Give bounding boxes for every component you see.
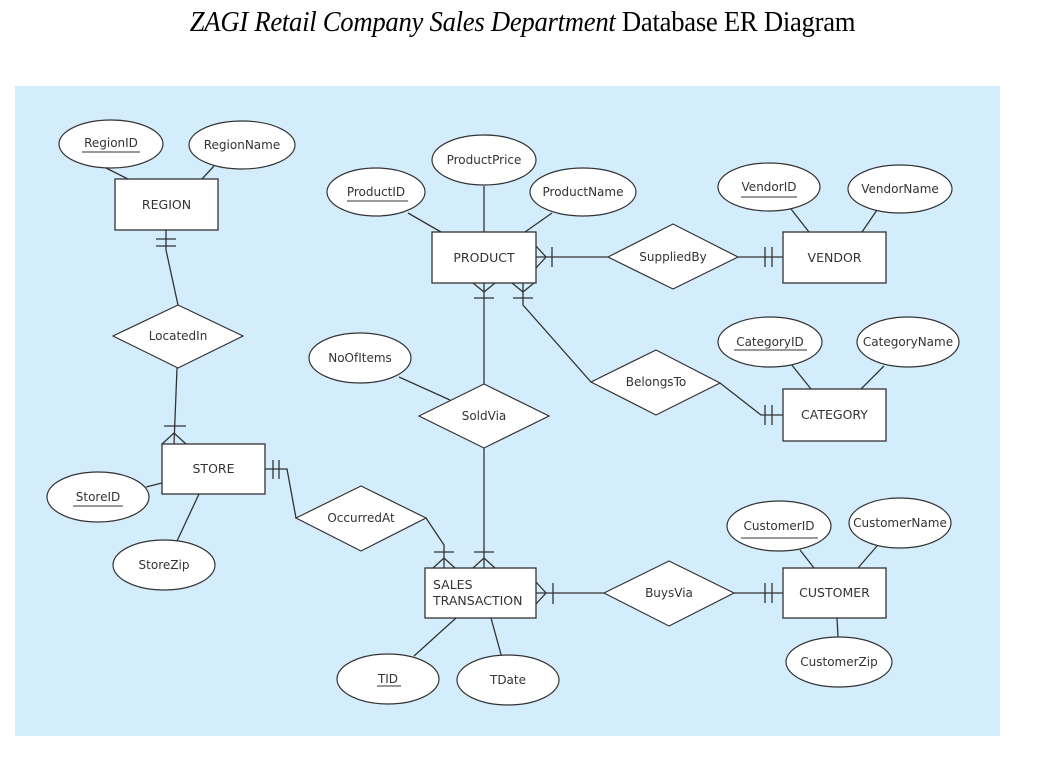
entity-category-label: CATEGORY bbox=[801, 407, 868, 422]
attribute-storezip[interactable]: StoreZip bbox=[112, 539, 216, 591]
relationship-occurredat-label: OccurredAt bbox=[327, 511, 395, 525]
attribute-noofitems-label: NoOfItems bbox=[328, 351, 392, 365]
attribute-customerzip-label: CustomerZip bbox=[800, 655, 877, 669]
relationship-belongsto-label: BelongsTo bbox=[626, 375, 686, 389]
attribute-productid[interactable]: ProductID bbox=[326, 167, 426, 217]
entity-customer[interactable]: CUSTOMER bbox=[782, 567, 887, 619]
attribute-customername-label: CustomerName bbox=[853, 516, 947, 530]
attribute-productname-label: ProductName bbox=[543, 185, 624, 199]
relationship-suppliedby-label: SuppliedBy bbox=[639, 250, 706, 264]
entity-sales-transaction-label-line1: SALES bbox=[433, 577, 473, 592]
attribute-vendorid-label: VendorID bbox=[742, 180, 797, 194]
attribute-tid[interactable]: TID bbox=[336, 653, 440, 705]
attribute-vendorname[interactable]: VendorName bbox=[847, 164, 953, 214]
attribute-noofitems[interactable]: NoOfItems bbox=[308, 332, 412, 384]
attribute-customerid[interactable]: CustomerID bbox=[726, 500, 832, 552]
attribute-productprice-label: ProductPrice bbox=[447, 153, 522, 167]
attribute-storezip-label: StoreZip bbox=[139, 558, 190, 572]
attribute-categoryid[interactable]: CategoryID bbox=[717, 316, 823, 368]
attribute-productname[interactable]: ProductName bbox=[529, 167, 637, 217]
entity-store-label: STORE bbox=[193, 461, 235, 476]
attribute-tdate-label: TDate bbox=[489, 673, 526, 687]
attribute-regionname-label: RegionName bbox=[204, 138, 280, 152]
entity-product-label: PRODUCT bbox=[453, 250, 515, 265]
attribute-customername[interactable]: CustomerName bbox=[848, 497, 952, 549]
entity-product[interactable]: PRODUCT bbox=[431, 231, 537, 284]
attribute-vendorname-label: VendorName bbox=[861, 182, 939, 196]
entity-category[interactable]: CATEGORY bbox=[782, 388, 887, 442]
attribute-regionid-label: RegionID bbox=[84, 136, 138, 150]
attribute-customerzip[interactable]: CustomerZip bbox=[785, 636, 893, 688]
attribute-storeid-label: StoreID bbox=[76, 490, 121, 504]
attribute-regionname[interactable]: RegionName bbox=[188, 120, 296, 170]
er-diagram: REGION STORE PRODUCT VENDOR CATEGORY SAL… bbox=[15, 86, 1000, 736]
entity-sales-transaction-label-line2: TRANSACTION bbox=[432, 593, 522, 608]
attribute-customerid-label: CustomerID bbox=[743, 519, 814, 533]
relationship-locatedin-label: LocatedIn bbox=[149, 329, 208, 343]
entity-sales-transaction[interactable]: SALES TRANSACTION bbox=[424, 567, 537, 619]
entity-vendor[interactable]: VENDOR bbox=[782, 231, 887, 284]
entity-vendor-label: VENDOR bbox=[808, 250, 862, 265]
attribute-categoryid-label: CategoryID bbox=[736, 335, 804, 349]
relationship-soldvia-label: SoldVia bbox=[462, 409, 507, 423]
attribute-tid-label: TID bbox=[377, 672, 398, 686]
attribute-tdate[interactable]: TDate bbox=[456, 654, 560, 706]
attribute-productid-label: ProductID bbox=[347, 185, 405, 199]
attribute-productprice[interactable]: ProductPrice bbox=[431, 134, 537, 186]
entity-store[interactable]: STORE bbox=[161, 443, 266, 495]
relationship-buysvia-label: BuysVia bbox=[645, 586, 693, 600]
attribute-categoryname[interactable]: CategoryName bbox=[856, 316, 960, 368]
entity-customer-label: CUSTOMER bbox=[799, 585, 870, 600]
entity-region-label: REGION bbox=[142, 197, 191, 212]
attribute-categoryname-label: CategoryName bbox=[863, 335, 953, 349]
attribute-vendorid[interactable]: VendorID bbox=[717, 162, 821, 212]
attribute-storeid[interactable]: StoreID bbox=[46, 471, 150, 523]
attribute-regionid[interactable]: RegionID bbox=[58, 119, 164, 169]
entity-region[interactable]: REGION bbox=[114, 178, 219, 231]
